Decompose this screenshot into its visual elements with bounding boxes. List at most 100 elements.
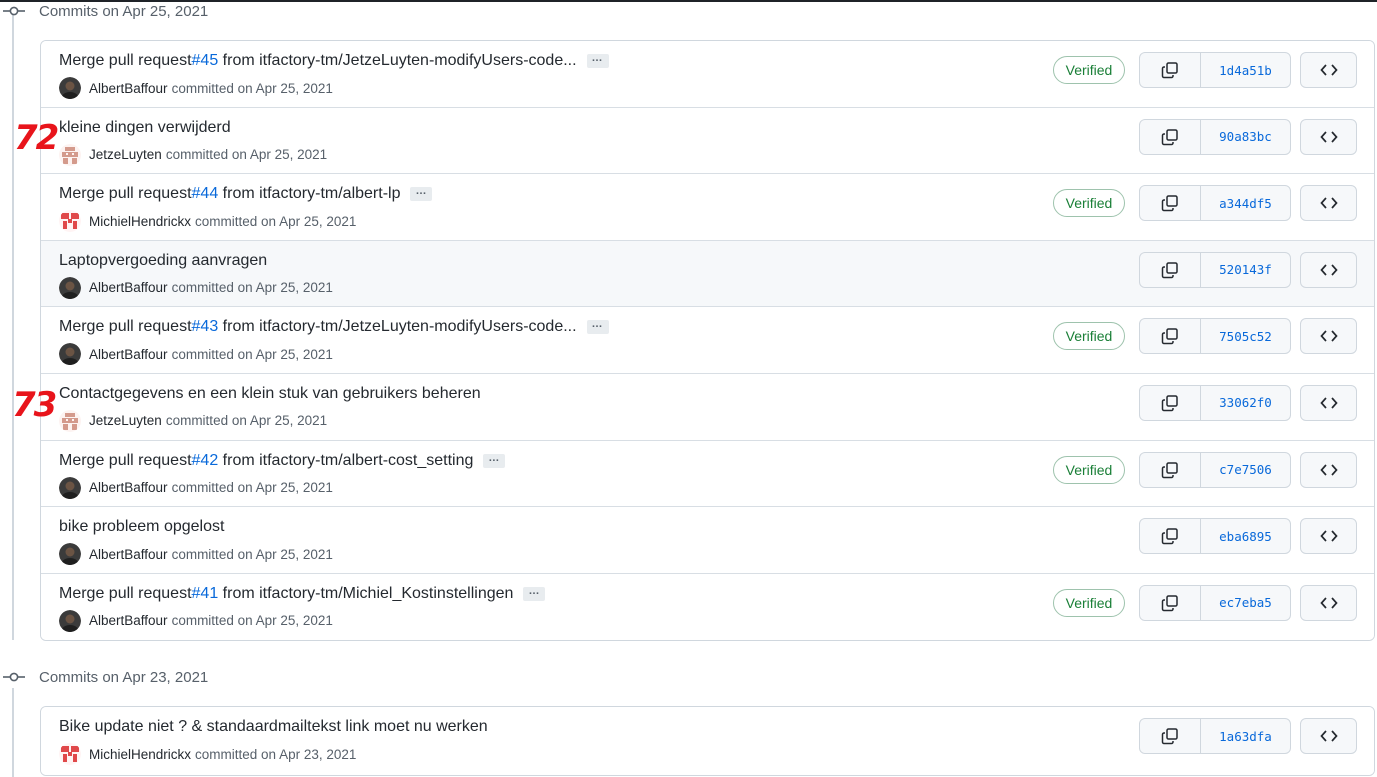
author-link[interactable]: AlbertBaffour <box>89 347 168 362</box>
commit-title-link[interactable]: Merge pull request <box>59 185 192 203</box>
commit-title-link[interactable]: from itfactory-tm/JetzeLuyten-modifyUser… <box>218 52 577 70</box>
commit-sha-link[interactable]: 1a63dfa <box>1201 719 1290 753</box>
commit-meta: JetzeLuyten committed on Apr 25, 2021 <box>59 409 327 432</box>
commit-title-link[interactable]: bike probleem opgelost <box>59 518 224 536</box>
copy-sha-button[interactable] <box>1140 119 1201 154</box>
copy-sha-button[interactable] <box>1140 53 1201 87</box>
browse-repo-button[interactable] <box>1300 185 1357 222</box>
author-link[interactable]: AlbertBaffour <box>89 613 168 628</box>
commit-title-link[interactable]: Merge pull request <box>59 52 192 70</box>
verified-badge[interactable]: Verified <box>1053 189 1125 218</box>
commit-sha-link[interactable]: c7e7506 <box>1201 453 1290 487</box>
commit-title-link[interactable]: Merge pull request <box>59 585 192 603</box>
commit-title-link[interactable]: from itfactory-tm/albert-lp <box>218 185 401 203</box>
browse-repo-button[interactable] <box>1300 451 1357 488</box>
commit-title-link[interactable]: from itfactory-tm/albert-cost_setting <box>218 452 474 470</box>
author-link[interactable]: JetzeLuyten <box>89 413 162 428</box>
pull-request-link[interactable]: #43 <box>192 318 219 336</box>
commit-title-link[interactable]: Bike update niet ? & standaardmailtekst … <box>59 718 488 736</box>
copy-sha-button[interactable] <box>1140 252 1201 287</box>
author-link[interactable]: JetzeLuyten <box>89 147 162 162</box>
copy-sha-button[interactable] <box>1140 452 1201 487</box>
copy-sha-button[interactable] <box>1140 385 1201 420</box>
copy-sha-button[interactable] <box>1140 719 1201 753</box>
browse-repo-button[interactable] <box>1300 318 1357 355</box>
commit-title-link[interactable]: Laptopvergoeding aanvragen <box>59 252 267 270</box>
avatar[interactable] <box>59 609 81 632</box>
browse-repo-button[interactable] <box>1300 384 1357 421</box>
browse-repo-button[interactable] <box>1300 118 1357 155</box>
avatar[interactable] <box>59 343 81 366</box>
avatar[interactable] <box>59 409 81 432</box>
commit-meta: AlbertBaffour committed on Apr 25, 2021 <box>59 343 333 366</box>
commit-row: Laptopvergoeding aanvragen AlbertBaffour c… <box>41 240 1374 308</box>
pull-request-link[interactable]: #42 <box>192 452 219 470</box>
avatar[interactable] <box>59 143 81 166</box>
browse-repo-button[interactable] <box>1300 584 1357 621</box>
copy-sha-button[interactable] <box>1140 319 1201 354</box>
avatar[interactable] <box>59 276 81 299</box>
expand-message-button[interactable]: … <box>523 585 546 601</box>
author-link[interactable]: MichielHendrickx <box>89 747 191 762</box>
avatar[interactable] <box>59 77 81 99</box>
author-link[interactable]: AlbertBaffour <box>89 547 168 562</box>
commit-sha-group: 33062f0 <box>1139 384 1291 421</box>
commit-date: committed on Apr 25, 2021 <box>165 147 328 163</box>
pull-request-link[interactable]: #41 <box>192 585 219 603</box>
browse-repo-button[interactable] <box>1300 718 1357 754</box>
browse-repo-button[interactable] <box>1300 52 1357 88</box>
commit-row: kleine dingen verwijderd JetzeLuyten commi… <box>41 107 1374 175</box>
commit-sha-group: 7505c52 <box>1139 318 1291 355</box>
commit-sha-link[interactable]: 1d4a51b <box>1201 53 1290 87</box>
browse-repo-button[interactable] <box>1300 518 1357 555</box>
commit-sha-link[interactable]: a344df5 <box>1201 186 1290 220</box>
avatar[interactable] <box>59 743 81 765</box>
expand-message-button[interactable]: … <box>410 186 433 202</box>
commit-title-link[interactable]: from itfactory-tm/JetzeLuyten-modifyUser… <box>218 318 577 336</box>
browse-repo-button[interactable] <box>1300 251 1357 288</box>
avatar[interactable] <box>59 543 81 566</box>
expand-message-button[interactable]: … <box>483 452 506 468</box>
commit-date: committed on Apr 25, 2021 <box>171 280 333 296</box>
commit-message: Bike update niet ? & standaardmailtekst … <box>59 718 488 736</box>
commit-meta: AlbertBaffour committed on Apr 25, 2021 <box>59 77 333 99</box>
commit-sha-link[interactable]: 520143f <box>1201 253 1290 287</box>
author-link[interactable]: AlbertBaffour <box>89 480 168 495</box>
git-commit-icon <box>0 669 28 685</box>
commit-title-link[interactable]: Contactgegevens en een klein stuk van ge… <box>59 385 481 403</box>
pull-request-link[interactable]: #44 <box>192 185 219 203</box>
commit-sha-link[interactable]: 7505c52 <box>1201 319 1290 353</box>
commit-title-link[interactable]: Merge pull request <box>59 452 192 470</box>
commit-row: Contactgegevens en een klein stuk van ge… <box>41 373 1374 441</box>
commit-title-link[interactable]: Merge pull request <box>59 318 192 336</box>
verified-badge[interactable]: Verified <box>1053 322 1125 351</box>
commit-date: committed on Apr 25, 2021 <box>171 346 333 362</box>
avatar[interactable] <box>59 210 81 233</box>
commit-title-link[interactable]: from itfactory-tm/Michiel_Kostinstelling… <box>218 585 514 603</box>
commit-sha-link[interactable]: eba6895 <box>1201 519 1290 553</box>
commit-title-link[interactable]: kleine dingen verwijderd <box>59 119 231 137</box>
copy-sha-button[interactable] <box>1140 186 1201 221</box>
expand-message-button[interactable]: … <box>586 53 609 68</box>
verified-badge[interactable]: Verified <box>1053 455 1125 484</box>
commit-sha-link[interactable]: ec7eba5 <box>1201 586 1290 620</box>
author-link[interactable]: AlbertBaffour <box>89 81 168 96</box>
commit-message: Merge pull request #41 from itfactory-tm… <box>59 585 546 603</box>
commit-sha-link[interactable]: 90a83bc <box>1201 120 1290 154</box>
commit-row: Merge pull request #42 from itfactory-tm… <box>41 440 1374 508</box>
author-link[interactable]: MichielHendrickx <box>89 214 191 229</box>
commit-sha-link[interactable]: 33062f0 <box>1201 386 1290 420</box>
copy-sha-button[interactable] <box>1140 519 1201 554</box>
avatar[interactable] <box>59 476 81 499</box>
expand-message-button[interactable]: … <box>586 319 609 335</box>
author-link[interactable]: AlbertBaffour <box>89 280 168 295</box>
commit-row: Merge pull request #41 from itfactory-tm… <box>41 573 1374 640</box>
verified-badge[interactable]: Verified <box>1053 56 1125 84</box>
code-icon <box>1319 329 1338 343</box>
copy-sha-button[interactable] <box>1140 585 1201 620</box>
code-icon <box>1319 196 1338 210</box>
commit-meta: AlbertBaffour committed on Apr 25, 2021 <box>59 543 333 566</box>
commit-sha-group: 1d4a51b <box>1139 52 1291 88</box>
verified-badge[interactable]: Verified <box>1053 588 1125 617</box>
pull-request-link[interactable]: #45 <box>192 52 219 70</box>
